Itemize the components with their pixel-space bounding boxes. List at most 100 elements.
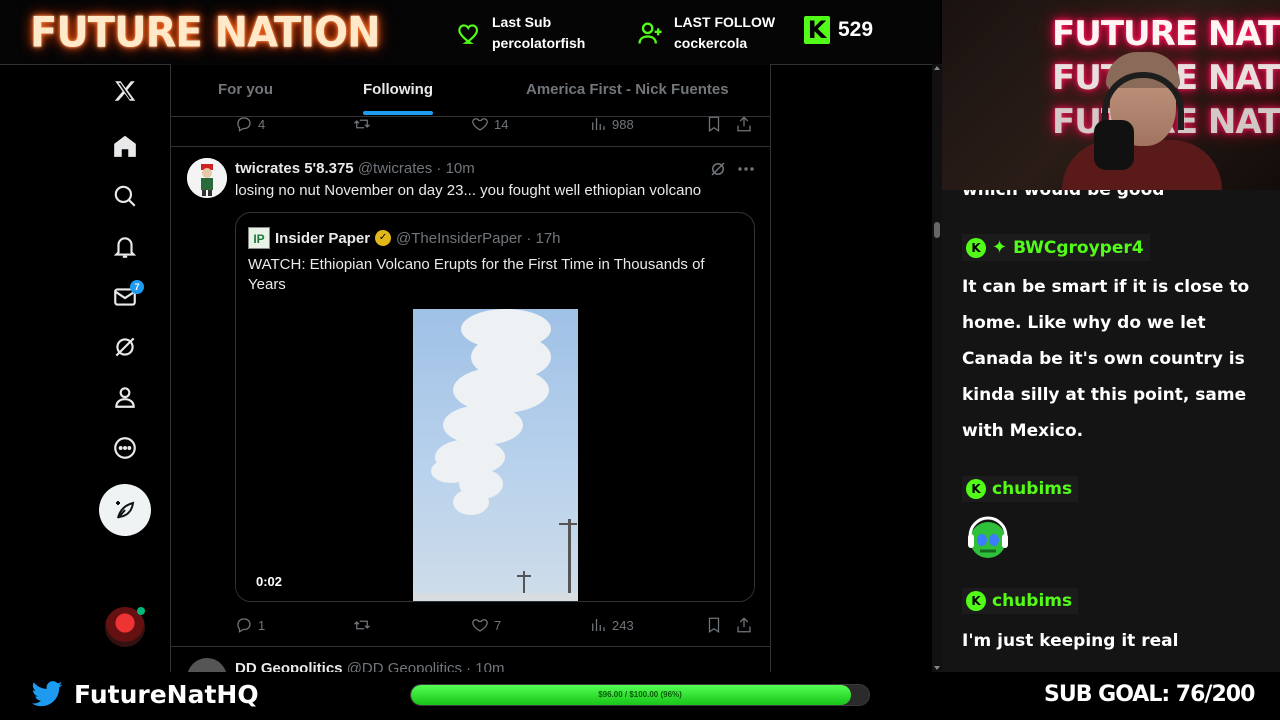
verified-gold-badge-icon: ✓ (375, 230, 392, 246)
add-user-icon (638, 22, 662, 44)
tweet-author-handle[interactable]: @twicrates · 10m (358, 160, 475, 177)
scroll-down-arrow-icon[interactable] (934, 666, 940, 670)
tab-following[interactable]: Following (363, 81, 433, 98)
share-button[interactable] (735, 616, 753, 634)
chat-username-text: chubims (992, 479, 1073, 499)
insider-paper-avatar: IP (248, 227, 270, 249)
next-tweet-header: DD Geopolitics @DD Geopolitics · 10m (235, 660, 504, 672)
next-tweet-avatar[interactable] (187, 658, 227, 672)
last-sub-alert: Last Sub percolatorfish (454, 12, 585, 54)
next-tweet-author-name[interactable]: DD Geopolitics (235, 660, 343, 672)
repost-icon (354, 119, 370, 129)
last-sub-label: Last Sub (492, 14, 552, 30)
stream-overlay: FUTURE NATION Last Sub percolatorfish LA… (0, 0, 1280, 720)
reply-icon (237, 618, 251, 633)
chat-username[interactable]: K ✦ BWCgroyper4 (962, 234, 1150, 261)
twitter-bird-icon (31, 680, 63, 706)
search-icon[interactable] (100, 171, 150, 221)
views-button[interactable]: 243 (589, 616, 634, 634)
chat-panel: which would be good K ✦ BWCgroyper4 It c… (942, 190, 1280, 672)
twitter-handle: FutureNatHQ (30, 680, 259, 709)
bookmark-button[interactable] (705, 115, 723, 133)
microphone-icon (1094, 120, 1134, 170)
repost-icon (354, 620, 370, 630)
heart-icon (458, 24, 478, 44)
like-button[interactable]: 7 (471, 616, 501, 634)
more-circle-icon[interactable] (100, 423, 150, 473)
progress-label: $96.00 / $100.00 (96%) (598, 690, 682, 699)
chat-username[interactable]: K chubims (962, 588, 1079, 614)
like-count: 7 (494, 617, 502, 633)
chat-message-text: It can be smart if it is close to home. … (962, 277, 1250, 441)
grok-icon[interactable] (100, 322, 150, 372)
scroll-up-arrow-icon[interactable] (934, 66, 940, 70)
reply-icon (237, 117, 251, 132)
chat-message-text: I'm just keeping it real (962, 631, 1179, 651)
tweet-divider (171, 646, 770, 647)
sparkle-badge-icon: ✦ (992, 237, 1008, 258)
repost-button[interactable] (353, 616, 371, 634)
like-count: 14 (494, 116, 509, 132)
more-options-icon[interactable] (737, 166, 755, 172)
quoted-author-name: Insider Paper (275, 229, 371, 247)
heart-icon (472, 118, 488, 131)
share-button[interactable] (735, 115, 753, 133)
x-logo-icon[interactable] (100, 66, 150, 116)
scrollbar-thumb[interactable] (934, 222, 940, 238)
chat-emote-icon (968, 516, 1008, 558)
streamer-shirt (1062, 140, 1222, 190)
reply-count: 4 (258, 116, 266, 132)
page-scrollbar[interactable] (932, 64, 942, 672)
tweet-author-name[interactable]: twicrates 5'8.375 (235, 160, 354, 177)
kick-viewer-count: K 529 (804, 16, 873, 44)
bell-icon[interactable] (100, 222, 150, 272)
bottom-banner: FutureNatHQ $96.00 / $100.00 (96%) SUB G… (0, 672, 1280, 720)
kick-badge-icon: K (966, 591, 986, 611)
views-button[interactable]: 988 (589, 115, 634, 133)
last-follow-name: cockercola (674, 35, 748, 51)
quoted-author-handle: @TheInsiderPaper · 17h (396, 229, 561, 247)
repost-button[interactable] (353, 115, 371, 133)
sub-goal: SUB GOAL: 76/200 (1044, 682, 1255, 707)
next-tweet-author-handle[interactable]: @DD Geopolitics · 10m (347, 660, 505, 672)
views-chart-icon (592, 619, 605, 631)
neon-sign: FUTURE NATION (1052, 14, 1280, 54)
messages-badge: 7 (130, 280, 144, 294)
avatar-image (187, 158, 227, 198)
chat-username[interactable]: K chubims (962, 476, 1079, 502)
quoted-tweet[interactable]: IP Insider Paper ✓ @TheInsiderPaper · 17… (235, 212, 755, 602)
timeline-tabs: For you Following America First - Nick F… (171, 64, 770, 117)
bookmark-button[interactable] (705, 616, 723, 634)
like-button[interactable]: 14 (471, 115, 508, 133)
video-frame (413, 309, 578, 601)
twitter-handle-text: FutureNatHQ (74, 680, 259, 709)
video-player[interactable]: 0:02 (236, 309, 754, 601)
view-count: 243 (612, 617, 634, 633)
online-indicator (137, 607, 145, 615)
chat-message-text: which would be good (962, 190, 1165, 200)
tweet-author-avatar[interactable] (187, 158, 227, 198)
profile-icon[interactable] (100, 372, 150, 422)
tweet-divider (171, 146, 770, 147)
reply-button[interactable]: 1 (235, 616, 265, 634)
post-button[interactable] (99, 484, 151, 536)
prev-tweet-actions: 4 14 988 (235, 115, 755, 135)
tweet-text: losing no nut November on day 23... you … (235, 182, 702, 199)
x-sidebar: 7 (0, 64, 170, 672)
reply-button[interactable]: 4 (235, 115, 265, 133)
post-feather-icon (116, 501, 135, 519)
tab-list[interactable]: America First - Nick Fuentes (526, 81, 729, 98)
view-count: 988 (612, 116, 634, 132)
grok-explain-icon[interactable] (709, 160, 727, 178)
kick-badge-icon: K (966, 237, 986, 258)
kick-badge-icon: K (966, 479, 986, 499)
mail-icon[interactable]: 7 (100, 272, 150, 322)
tab-for-you[interactable]: For you (218, 81, 273, 98)
bookmark-icon (708, 116, 720, 132)
webcam-feed: FUTURE NATION FUTURE NATION FUTURE NATIO… (942, 0, 1280, 190)
account-avatar[interactable] (105, 607, 145, 647)
home-icon[interactable] (100, 121, 150, 171)
last-follow-alert: LAST FOLLOW cockercola (636, 12, 775, 54)
last-follow-label: LAST FOLLOW (674, 14, 776, 30)
timeline: For you Following America First - Nick F… (170, 64, 771, 672)
